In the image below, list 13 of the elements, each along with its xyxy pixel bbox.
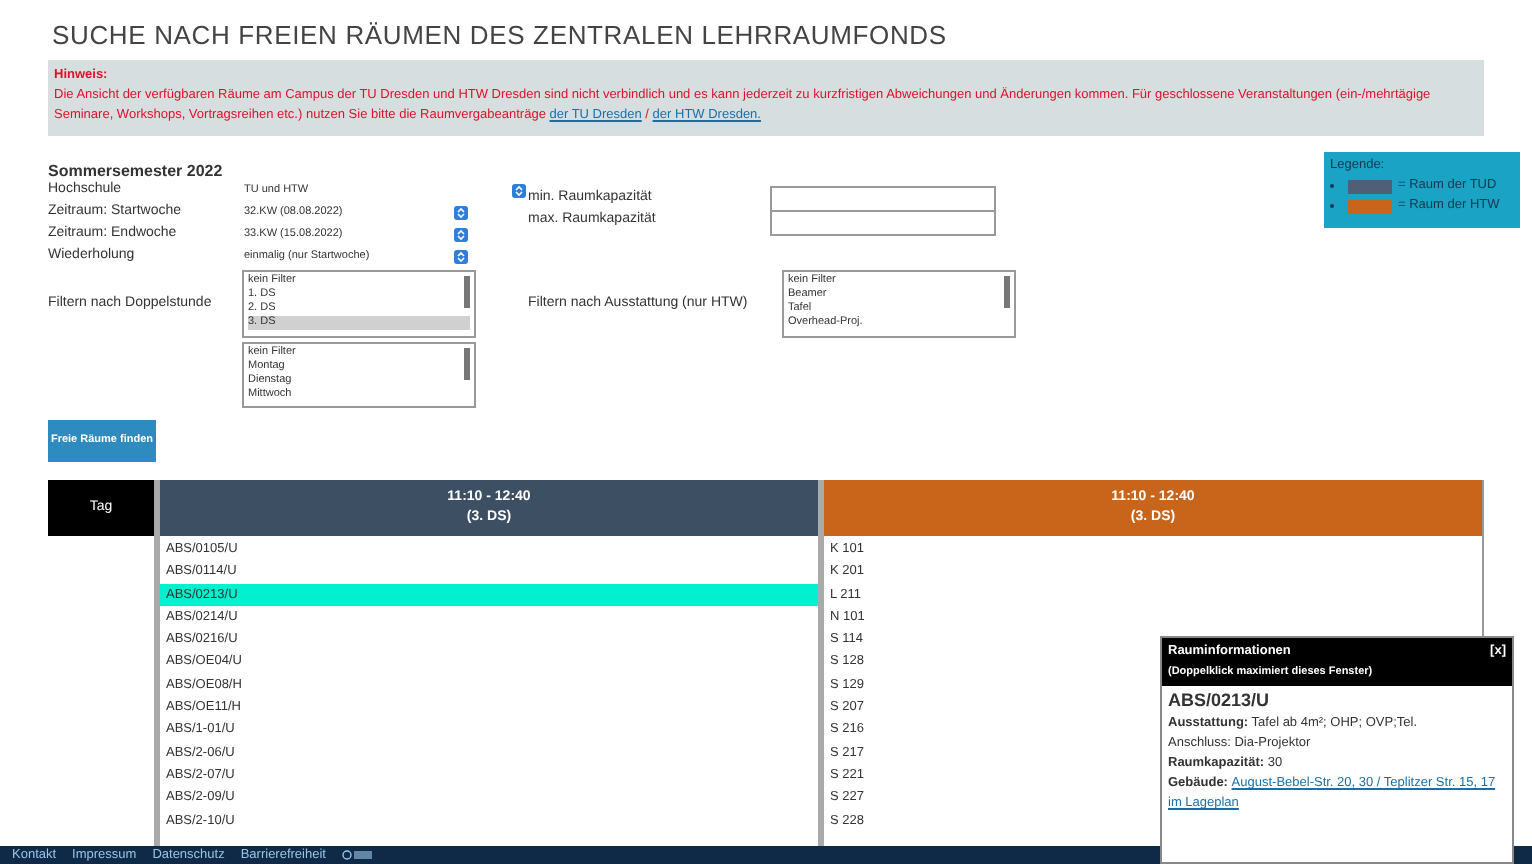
scrollbar-thumb[interactable] [464,276,470,308]
dropdown-caret-icon [454,206,468,220]
dropdown-caret-icon [454,250,468,264]
semester-heading: Sommersemester 2022 [48,160,225,180]
page-title: SUCHE NACH FREIEN RÄUMEN DES ZENTRALEN LEHRRAUMFONDS [50,18,949,54]
input-field[interactable] [770,186,996,212]
scrollbar-thumb[interactable] [464,348,470,380]
dropdown-caret-icon [512,184,526,198]
scrollbar-thumb[interactable] [1004,276,1010,308]
logo-icon [341,850,374,860]
input-field[interactable] [770,210,996,236]
room-name: ABS/0213/U [1168,690,1272,714]
dropdown-caret-icon [454,228,468,242]
